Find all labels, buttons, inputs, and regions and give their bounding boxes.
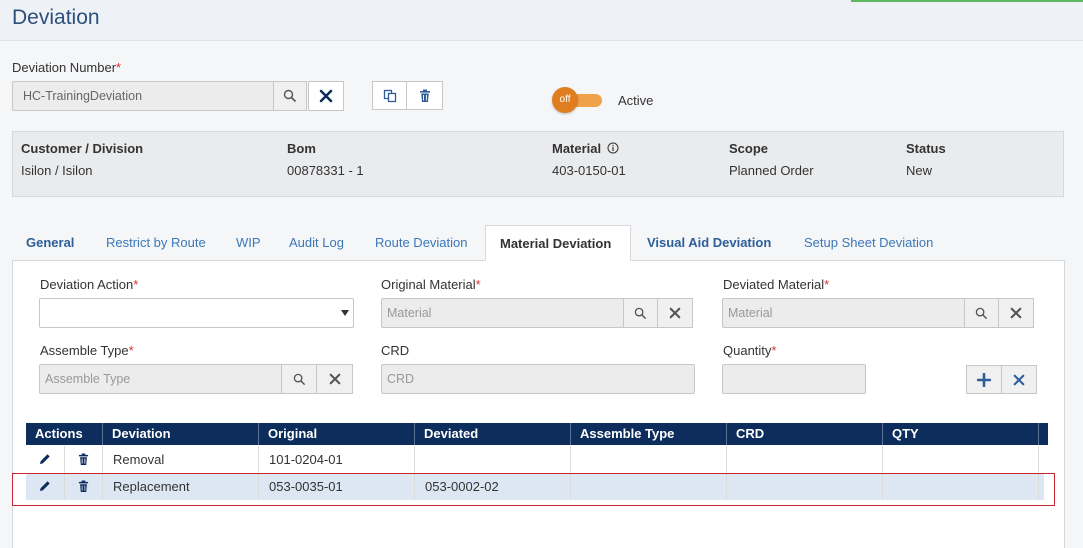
assemble-type-input[interactable]: Assemble Type: [39, 364, 283, 394]
assemble-type-label: Assemble Type*: [40, 343, 134, 358]
required-mark: *: [116, 60, 122, 75]
selected-row-highlight: [12, 473, 1055, 506]
tab-restrict-by-route[interactable]: Restrict by Route: [106, 225, 206, 261]
delete-row-button[interactable]: [65, 446, 103, 473]
pencil-icon: [40, 454, 50, 464]
original-material-search-button[interactable]: [623, 298, 658, 328]
edit-row-button[interactable]: [26, 446, 65, 473]
cell-assemble-type: [571, 446, 727, 473]
customer-value: Isilon / Isilon: [21, 163, 93, 178]
deviated-material-label-text: Deviated Material: [723, 277, 825, 292]
original-material-label-text: Original Material: [381, 277, 476, 292]
grid-header: Actions Deviation Original Deviated Asse…: [26, 423, 1048, 445]
customer-header: Customer / Division: [21, 141, 144, 156]
deviated-material-label: Deviated Material*: [723, 277, 829, 292]
assemble-type-clear-button[interactable]: [316, 364, 353, 394]
required-mark: *: [128, 343, 134, 358]
required-mark: *: [771, 343, 777, 358]
crd-label: CRD: [381, 343, 410, 358]
deviation-number-input[interactable]: HC-TrainingDeviation: [12, 81, 275, 111]
active-label: Active: [618, 93, 654, 108]
column-deviation[interactable]: Deviation: [103, 423, 259, 445]
column-deviated[interactable]: Deviated: [415, 423, 571, 445]
search-icon: [283, 89, 297, 103]
add-row-button[interactable]: [966, 365, 1002, 394]
original-material-input[interactable]: Material: [381, 298, 625, 328]
close-icon: [669, 307, 681, 319]
tab-visual-aid-deviation[interactable]: Visual Aid Deviation: [647, 225, 771, 261]
column-actions: Actions: [26, 423, 103, 445]
search-icon: [634, 307, 647, 319]
plus-icon: [977, 372, 991, 387]
assemble-type-search-button[interactable]: [281, 364, 317, 394]
deviation-search-button[interactable]: [273, 81, 307, 111]
trash-icon: [419, 89, 430, 102]
deviation-number-label-text: Deviation Number: [12, 60, 117, 75]
tab-wip[interactable]: WIP: [236, 225, 261, 261]
original-material-clear-button[interactable]: [657, 298, 693, 328]
tab-audit-log[interactable]: Audit Log: [289, 225, 344, 261]
page-title: Deviation: [12, 6, 100, 29]
active-toggle[interactable]: off: [552, 87, 602, 113]
cell-deviation: Removal: [103, 446, 259, 473]
required-mark: *: [824, 277, 830, 292]
info-icon[interactable]: [607, 142, 619, 154]
bom-value: 00878331 - 1: [287, 163, 364, 178]
tab-material-deviation[interactable]: Material Deviation: [485, 225, 631, 261]
assemble-type-label-text: Assemble Type: [40, 343, 129, 358]
quantity-label: Quantity*: [723, 343, 776, 358]
scope-header: Scope: [729, 141, 769, 156]
copy-button[interactable]: [372, 81, 407, 110]
deviation-clear-button[interactable]: [308, 81, 344, 111]
deviated-material-clear-button[interactable]: [998, 298, 1034, 328]
bom-header: Bom: [287, 141, 316, 156]
tab-setup-sheet-deviation[interactable]: Setup Sheet Deviation: [804, 225, 933, 261]
close-icon: [329, 373, 340, 385]
deviated-material-input[interactable]: Material: [722, 298, 966, 328]
close-icon: [1013, 374, 1025, 385]
deviation-action-select[interactable]: [39, 298, 354, 328]
cell-deviated: [415, 446, 571, 473]
status-header: Status: [906, 141, 946, 156]
column-qty[interactable]: QTY: [883, 423, 1039, 445]
copy-icon: [383, 89, 396, 102]
column-original[interactable]: Original: [259, 423, 415, 445]
close-icon: [319, 89, 333, 103]
cell-original: 101-0204-01: [259, 446, 415, 473]
quantity-input[interactable]: [722, 364, 866, 394]
clear-form-button[interactable]: [1001, 365, 1037, 394]
material-value: 403-0150-01: [552, 163, 626, 178]
tab-general[interactable]: General: [26, 225, 74, 261]
quantity-label-text: Quantity: [723, 343, 772, 358]
header-bar: Deviation: [0, 0, 1083, 41]
cell-qty: [883, 446, 1039, 473]
material-header-text: Material: [552, 141, 602, 156]
deviated-material-search-button[interactable]: [964, 298, 999, 328]
status-value: New: [906, 163, 933, 178]
close-icon: [1010, 307, 1022, 319]
required-mark: *: [475, 277, 481, 292]
notification-strip: [851, 0, 1083, 2]
toggle-knob: off: [552, 87, 578, 113]
search-icon: [293, 373, 305, 385]
material-header: Material: [552, 141, 619, 156]
table-row[interactable]: Removal 101-0204-01: [26, 446, 1044, 473]
crd-input[interactable]: CRD: [381, 364, 695, 394]
deviation-action-label-text: Deviation Action: [40, 277, 134, 292]
tab-route-deviation[interactable]: Route Deviation: [375, 225, 468, 261]
required-mark: *: [133, 277, 139, 292]
deviation-summary: Customer / Division Isilon / Isilon Bom …: [12, 131, 1064, 197]
caret-down-icon: [341, 310, 349, 316]
delete-button[interactable]: [406, 81, 443, 110]
trash-icon: [78, 453, 89, 465]
cell-crd: [727, 446, 883, 473]
deviation-action-label: Deviation Action*: [40, 277, 138, 292]
column-crd[interactable]: CRD: [727, 423, 883, 445]
deviation-number-label: Deviation Number*: [12, 60, 121, 75]
search-icon: [975, 307, 988, 319]
scope-value: Planned Order: [729, 163, 814, 178]
original-material-label: Original Material*: [381, 277, 481, 292]
column-assemble-type[interactable]: Assemble Type: [571, 423, 727, 445]
